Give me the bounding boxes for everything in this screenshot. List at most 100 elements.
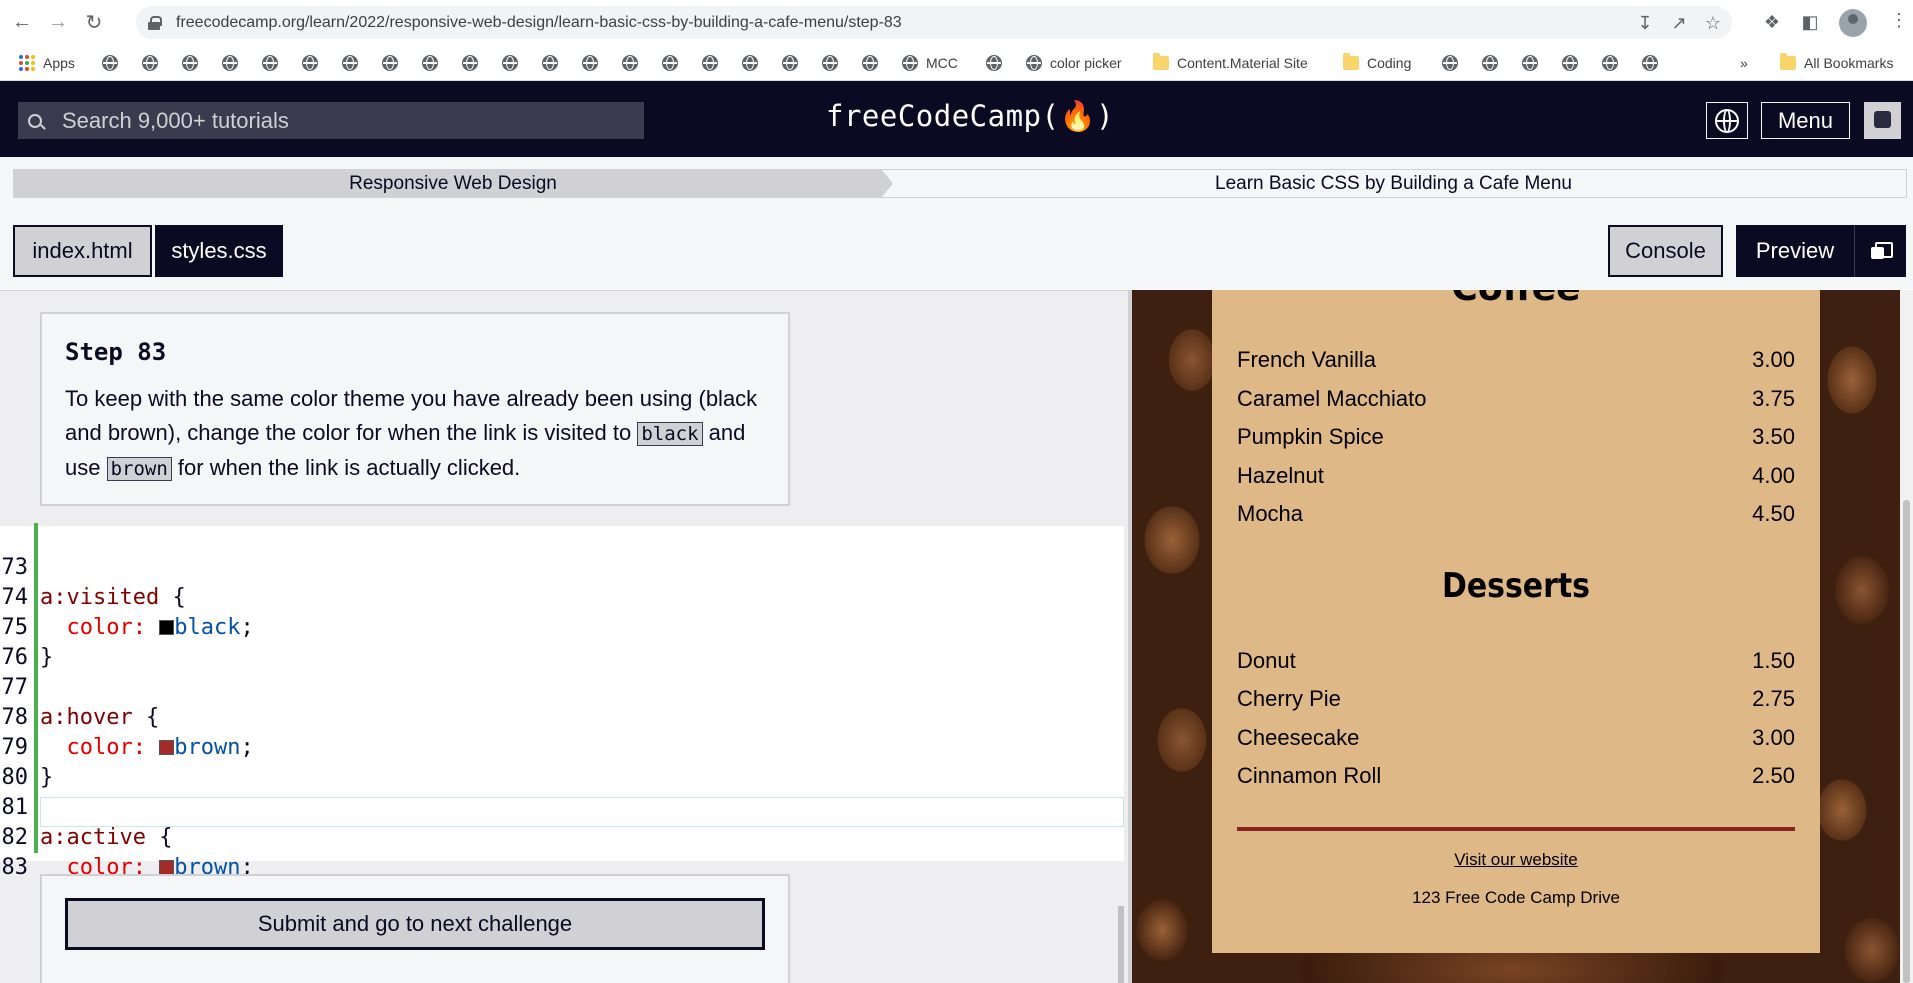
bookmark-apps[interactable]: Apps — [19, 53, 75, 73]
globe-icon — [1442, 55, 1458, 71]
code-line[interactable]: 73 a:visited { — [0, 523, 1124, 610]
bookmark-coding[interactable]: Coding — [1343, 53, 1411, 73]
globe-icon — [742, 55, 758, 71]
bookmark-globe-27[interactable] — [1642, 53, 1658, 73]
bookmark-globe-19[interactable] — [822, 53, 838, 73]
breadcrumb-superblock[interactable]: Responsive Web Design — [13, 169, 893, 198]
code-line[interactable]: 81 a:active { — [0, 763, 1124, 850]
tab-index-html[interactable]: index.html — [13, 225, 152, 277]
language-button[interactable] — [1706, 102, 1748, 139]
bookmark-globe-23[interactable] — [1482, 53, 1498, 73]
globe-icon — [702, 55, 718, 71]
bookmark-globe-16[interactable] — [702, 53, 718, 73]
bookmark-globe-2[interactable] — [142, 53, 158, 73]
bookmark-globe-8[interactable] — [382, 53, 398, 73]
code-line[interactable]: 83 } — [0, 823, 1124, 910]
globe-icon — [662, 55, 678, 71]
bookmark-mcc[interactable]: MCC — [902, 53, 958, 73]
bookmark-globe-26[interactable] — [1602, 53, 1618, 73]
code-line[interactable]: 79 } — [0, 703, 1124, 790]
tab-styles-css[interactable]: styles.css — [155, 225, 283, 277]
bookmark-globe-6[interactable] — [302, 53, 318, 73]
bookmark-globe-14[interactable] — [622, 53, 638, 73]
code-line[interactable]: 78 color: brown; — [0, 673, 1124, 760]
bookmark-globe-21[interactable] — [986, 53, 1002, 73]
console-button[interactable]: Console — [1608, 225, 1723, 277]
globe-icon — [862, 55, 878, 71]
bookmark-globe-10[interactable] — [462, 53, 478, 73]
preview-pane: Coffee French Vanilla3.00 Caramel Macchi… — [1132, 290, 1900, 983]
bookmark-content-material[interactable]: Content.Material Site — [1153, 53, 1308, 73]
menu-item: Pumpkin Spice 3.50 — [1237, 424, 1795, 449]
lock-icon[interactable] — [148, 15, 162, 30]
globe-icon — [902, 55, 918, 71]
back-arrow-icon[interactable]: ← — [8, 9, 36, 37]
desserts-heading: Desserts — [1442, 566, 1590, 606]
code-line[interactable]: 76 — [0, 613, 1124, 670]
bookmark-globe-11[interactable] — [502, 53, 518, 73]
preview-scrollbar-thumb[interactable] — [1903, 500, 1910, 983]
bookmark-globe-25[interactable] — [1562, 53, 1578, 73]
code-line[interactable]: 80 — [0, 733, 1124, 790]
globe-icon — [342, 55, 358, 71]
bookmark-globe-4[interactable] — [222, 53, 238, 73]
fcc-logo[interactable]: freeCodeCamp(🔥) — [826, 99, 1114, 134]
user-avatar[interactable] — [1864, 102, 1901, 139]
url-text[interactable]: freecodecamp.org/learn/2022/responsive-w… — [176, 14, 902, 32]
bookmark-globe-17[interactable] — [742, 53, 758, 73]
globe-icon — [182, 55, 198, 71]
bookmark-color-picker[interactable]: color picker — [1026, 53, 1122, 73]
code-line[interactable]: 77 a:hover { — [0, 643, 1124, 730]
inline-code-black: black — [637, 422, 703, 446]
forward-arrow-icon[interactable]: → — [44, 9, 72, 37]
submit-button[interactable]: Submit and go to next challenge — [65, 898, 765, 950]
globe-icon — [1026, 55, 1042, 71]
menu-button[interactable]: Menu — [1761, 102, 1850, 139]
footer-divider — [1237, 827, 1795, 831]
search-bar[interactable] — [18, 102, 644, 139]
globe-icon — [142, 55, 158, 71]
extensions-puzzle-icon[interactable]: ❖ — [1760, 10, 1784, 34]
step-instructions: To keep with the same color theme you ha… — [65, 386, 758, 481]
bookmark-all-bookmarks[interactable]: All Bookmarks — [1780, 53, 1893, 73]
code-line[interactable]: 74 color: black; — [0, 553, 1124, 640]
visit-website-link[interactable]: Visit our website — [1212, 850, 1820, 870]
search-input[interactable] — [62, 107, 622, 134]
fcc-navbar: freeCodeCamp(🔥) Menu — [0, 81, 1913, 157]
bookmark-star-icon[interactable]: ☆ — [1702, 12, 1724, 34]
code-line[interactable]: 82 color: brown; — [0, 793, 1124, 880]
inline-code-brown: brown — [106, 457, 172, 481]
install-app-icon[interactable]: ↧ — [1634, 12, 1656, 34]
bookmark-globe-9[interactable] — [422, 53, 438, 73]
side-panel-icon[interactable]: ◧ — [1798, 10, 1822, 34]
bookmark-globe-12[interactable] — [542, 53, 558, 73]
address-bar[interactable]: freecodecamp.org/learn/2022/responsive-w… — [136, 6, 1732, 39]
preview-button[interactable]: Preview — [1736, 225, 1854, 277]
more-options-icon[interactable]: ⋮ — [1890, 10, 1908, 31]
reload-icon[interactable]: ↻ — [80, 9, 108, 37]
profile-avatar[interactable] — [1839, 9, 1867, 37]
color-swatch-brown[interactable] — [159, 860, 175, 875]
bookmark-globe-20[interactable] — [862, 53, 878, 73]
breadcrumb-block[interactable]: Learn Basic CSS by Building a Cafe Menu — [881, 169, 1907, 198]
step-description: Step 83 To keep with the same color them… — [40, 312, 790, 506]
popout-preview-button[interactable] — [1854, 225, 1906, 277]
bookmark-globe-24[interactable] — [1522, 53, 1538, 73]
code-editor[interactable]: 73 a:visited { 74 color: black; 75 } 76 … — [0, 523, 1124, 983]
bookmark-globe-7[interactable] — [342, 53, 358, 73]
breadcrumb: Learn Basic CSS by Building a Cafe Menu … — [13, 169, 1907, 198]
bookmarks-overflow[interactable]: » — [1740, 53, 1748, 73]
bookmark-globe-18[interactable] — [782, 53, 798, 73]
editor-scrollbar[interactable] — [1118, 906, 1124, 983]
cafe-menu-card: Coffee French Vanilla3.00 Caramel Macchi… — [1212, 290, 1820, 953]
bookmark-globe-3[interactable] — [182, 53, 198, 73]
coffee-heading: Coffee — [1212, 290, 1820, 309]
bookmark-globe-13[interactable] — [582, 53, 598, 73]
code-line[interactable]: 75 } — [0, 583, 1124, 670]
bookmark-globe-15[interactable] — [662, 53, 678, 73]
bookmark-globe-5[interactable] — [262, 53, 278, 73]
bookmark-globe-1[interactable] — [102, 53, 118, 73]
share-icon[interactable]: ↗ — [1668, 12, 1690, 34]
globe-icon — [542, 55, 558, 71]
bookmark-globe-22[interactable] — [1442, 53, 1458, 73]
